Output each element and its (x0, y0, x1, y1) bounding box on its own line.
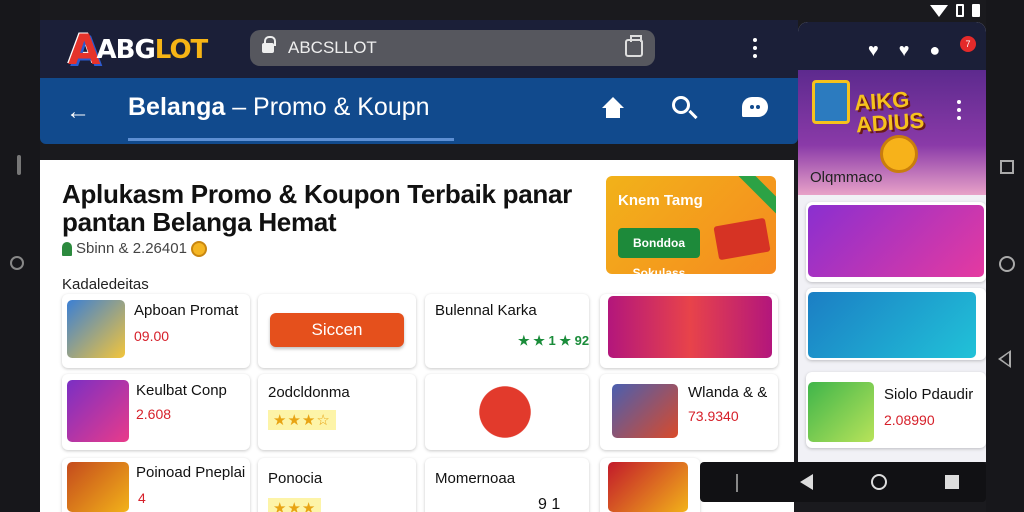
hero-meta-text: Sbinn & 2.26401 (76, 240, 187, 257)
search-icon[interactable] (672, 96, 690, 114)
search-button[interactable]: Siccen (270, 313, 404, 347)
card-thumbnail (608, 462, 688, 512)
battery-icon (972, 4, 980, 17)
panel-header-icons: ♥ ♥ ● (868, 40, 940, 61)
heart-icon[interactable]: ♥ (899, 40, 910, 61)
card-thumbnail (67, 380, 129, 442)
star-rating: ★★★ (268, 498, 322, 512)
section-label: Kadaledeitas (62, 276, 149, 293)
site-logo[interactable]: A ABGLOT (68, 29, 209, 71)
card-title: Apboan Promat (134, 302, 239, 319)
card-title: Keulbat Conp (136, 382, 227, 399)
card-price: 09.00 (134, 328, 170, 344)
android-nav-bar (700, 462, 986, 502)
hero-banner[interactable]: Knem Tamg Bonddoa Sokulass (606, 176, 776, 274)
profile-icon[interactable]: ● (929, 40, 940, 61)
back-arrow-icon[interactable]: ← (66, 98, 90, 126)
panel-promo-title: AIKG ADIUS (853, 86, 925, 138)
tabs-icon[interactable] (625, 35, 643, 57)
phone-bezel-left (0, 0, 40, 512)
lock-icon (262, 35, 276, 55)
logo-text: ABGLOT (96, 35, 209, 65)
back-icon[interactable] (800, 474, 813, 490)
hero-meta: Sbinn & 2.26401 (62, 240, 207, 257)
card-title: 2odcldonma (268, 384, 350, 401)
status-bar (930, 4, 980, 17)
title-underline (128, 138, 454, 141)
card-title: Poinoad Pneplai (136, 464, 246, 481)
gift-box-image (440, 380, 570, 444)
panel-menu-icon[interactable] (957, 100, 962, 120)
gold-coin-icon (880, 135, 918, 173)
card-title: Bulennal Karka (435, 302, 537, 319)
nav-separator (736, 474, 738, 492)
notification-badge: 7 (960, 36, 976, 52)
card-title: Ponocia (268, 470, 323, 487)
card-price: 4 (138, 490, 146, 506)
panel-card-image (808, 205, 984, 277)
chat-icon[interactable] (742, 97, 768, 117)
panel-promo-label: Olqmmaco (810, 169, 883, 186)
battery-outline-icon (956, 4, 964, 17)
recents-nav-icon[interactable] (1000, 160, 1014, 174)
slot-machine-icon (812, 80, 850, 124)
side-circle-button[interactable] (10, 256, 24, 270)
side-pill (17, 155, 21, 175)
star-rating: ★★★☆ (268, 410, 336, 430)
panel-card-image (808, 382, 874, 442)
banner-title: Knem Tamg (618, 192, 703, 209)
home-icon[interactable] (602, 97, 624, 119)
card-thumbnail (612, 384, 678, 438)
browser-menu-icon[interactable] (753, 38, 758, 58)
home-circle-icon[interactable] (871, 474, 887, 490)
wifi-icon (930, 4, 948, 17)
card-title: Momernoaa (435, 470, 516, 487)
hero-title: Aplukasm Promo & Koupon Terbaik panar pa… (62, 179, 572, 237)
card-counter: 9 1 (538, 496, 561, 512)
url-bar[interactable]: ABCSLLOT (250, 30, 655, 66)
panel-card-title: Siolo Pdaudir (884, 386, 974, 403)
banner-ribbon (732, 176, 776, 219)
card-title: Wlanda & & (688, 384, 768, 401)
banner-button[interactable]: Bonddoa Sokulass (618, 228, 700, 274)
gift-icon (713, 217, 771, 261)
card-rating: ★ ★ 1 ★ 92 (518, 333, 590, 348)
page-title: Belanga – Promo & Koupn (128, 93, 430, 121)
card-thumbnail (67, 300, 125, 358)
home-nav-icon[interactable] (999, 256, 1015, 272)
back-nav-icon[interactable] (998, 350, 1011, 368)
recent-apps-icon[interactable] (945, 475, 959, 489)
panel-card-price: 2.08990 (884, 412, 935, 428)
shield-icon[interactable]: ♥ (868, 40, 879, 61)
panel-card-image (808, 292, 976, 358)
coin-icon (190, 240, 207, 257)
casino-banner-image (608, 296, 772, 358)
card-price: 73.9340 (688, 408, 739, 424)
url-text: ABCSLLOT (288, 38, 377, 57)
card-price: 2.608 (136, 406, 172, 422)
card-thumbnail (67, 462, 129, 512)
user-icon (62, 241, 72, 256)
